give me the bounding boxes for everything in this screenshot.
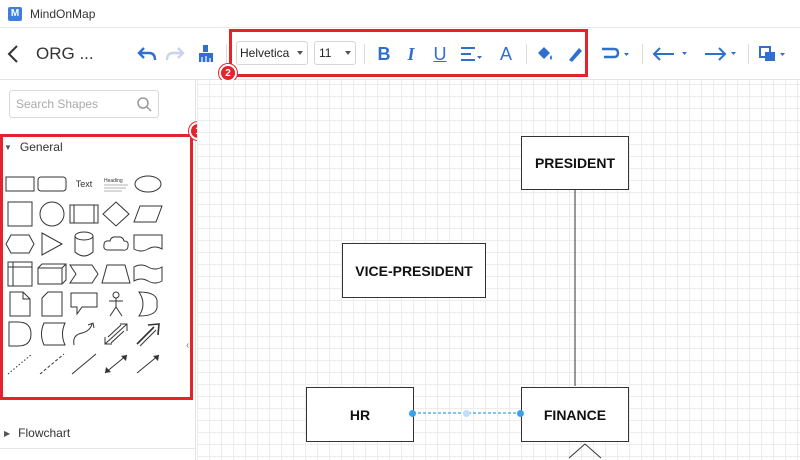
search-icon[interactable] — [136, 96, 152, 112]
node-finance[interactable]: FINANCE — [521, 387, 629, 442]
search-shapes-box — [9, 90, 159, 118]
connector-style-icon — [602, 47, 629, 59]
annotation-box-toolbar — [229, 29, 588, 77]
section-flowchart-label: Flowchart — [18, 426, 71, 440]
connector-handle-start[interactable] — [409, 410, 416, 417]
triangle-right-icon: ▶ — [4, 428, 11, 438]
title-bar: M MindOnMap — [0, 0, 800, 28]
diagram-canvas[interactable]: PRESIDENT VICE-PRESIDENT HR FINANCE — [197, 80, 800, 460]
undo-button[interactable] — [134, 40, 160, 68]
connector-handle-mid[interactable] — [463, 410, 470, 417]
format-painter-button[interactable] — [193, 40, 219, 68]
app-logo-icon: M — [8, 6, 22, 21]
redo-button[interactable] — [162, 40, 188, 68]
format-painter-icon — [199, 45, 213, 62]
arrow-right-icon — [705, 47, 736, 61]
document-title[interactable]: ORG ... — [36, 40, 94, 68]
node-hr[interactable]: HR — [306, 387, 414, 442]
diamond-node-partial[interactable] — [568, 443, 602, 459]
redo-icon — [165, 47, 185, 61]
toolbar-divider — [642, 44, 643, 64]
arrow-left-icon — [652, 47, 687, 61]
connector-style-button[interactable] — [598, 40, 632, 68]
chevron-left-icon — [7, 45, 18, 63]
toolbar-divider — [748, 44, 749, 64]
connectors-layer — [413, 190, 602, 459]
arrow-start-button[interactable] — [651, 40, 691, 68]
connector-handle-end[interactable] — [517, 410, 524, 417]
arrange-button[interactable] — [756, 40, 790, 68]
annotation-box-shapes — [0, 134, 193, 400]
toolbar-divider — [226, 44, 227, 64]
search-shapes-input[interactable] — [10, 91, 130, 117]
app-title: MindOnMap — [30, 6, 96, 21]
section-divider — [0, 448, 195, 449]
back-button[interactable] — [2, 40, 24, 68]
arrow-end-button[interactable] — [700, 40, 740, 68]
node-vice-president[interactable]: VICE-PRESIDENT — [342, 243, 486, 298]
arrange-layers-icon — [759, 46, 785, 61]
section-flowchart-header[interactable]: ▶ Flowchart — [4, 424, 70, 442]
undo-icon — [137, 47, 157, 61]
node-president[interactable]: PRESIDENT — [521, 136, 629, 190]
